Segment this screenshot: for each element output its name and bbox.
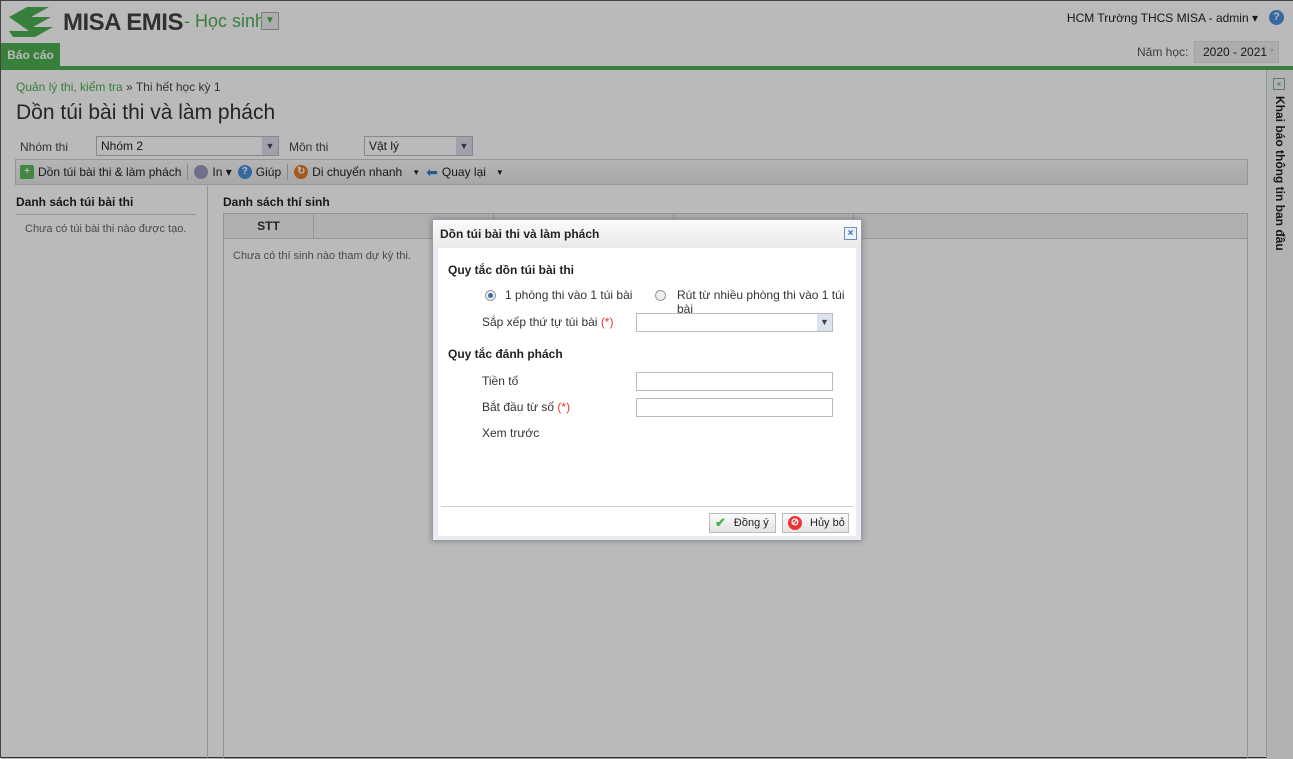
merge-dialog: Dồn túi bài thi và làm phách × Quy tắc d… — [432, 219, 862, 541]
cancel-label: Hủy bỏ — [810, 517, 845, 529]
start-number-input[interactable] — [636, 398, 833, 417]
start-label-text: Bắt đầu từ số — [482, 400, 555, 414]
radio-multi-room[interactable] — [655, 290, 666, 301]
prefix-label: Tiền tố — [482, 374, 519, 388]
radio-multi-room-label[interactable]: Rút từ nhiều phòng thi vào 1 túi bài — [677, 288, 856, 316]
required-mark: (*) — [600, 315, 614, 329]
sort-label: Sắp xếp thứ tự túi bài (*) — [482, 315, 613, 329]
cancel-button[interactable]: ⊘ Hủy bỏ — [782, 513, 849, 533]
required-mark: (*) — [557, 400, 571, 414]
check-icon: ✔ — [715, 515, 726, 530]
ok-button[interactable]: ✔ Đồng ý — [709, 513, 776, 533]
dialog-title: Dồn túi bài thi và làm phách — [433, 220, 861, 248]
sort-label-text: Sắp xếp thứ tự túi bài — [482, 315, 598, 329]
chevron-down-icon: ▼ — [817, 314, 832, 331]
section-bag-rules: Quy tắc dồn túi bài thi — [448, 263, 574, 277]
radio-one-room[interactable] — [485, 290, 496, 301]
start-label: Bắt đầu từ số (*) — [482, 400, 570, 414]
divider — [441, 506, 853, 507]
sort-select[interactable]: ▼ — [636, 313, 833, 332]
cancel-icon: ⊘ — [788, 516, 802, 530]
ok-label: Đồng ý — [733, 517, 769, 529]
radio-one-room-label[interactable]: 1 phòng thi vào 1 túi bài — [505, 288, 632, 302]
preview-label: Xem trước — [482, 426, 540, 440]
section-code-rules: Quy tắc đánh phách — [448, 347, 563, 361]
prefix-input[interactable] — [636, 372, 833, 391]
close-icon[interactable]: × — [844, 227, 857, 240]
